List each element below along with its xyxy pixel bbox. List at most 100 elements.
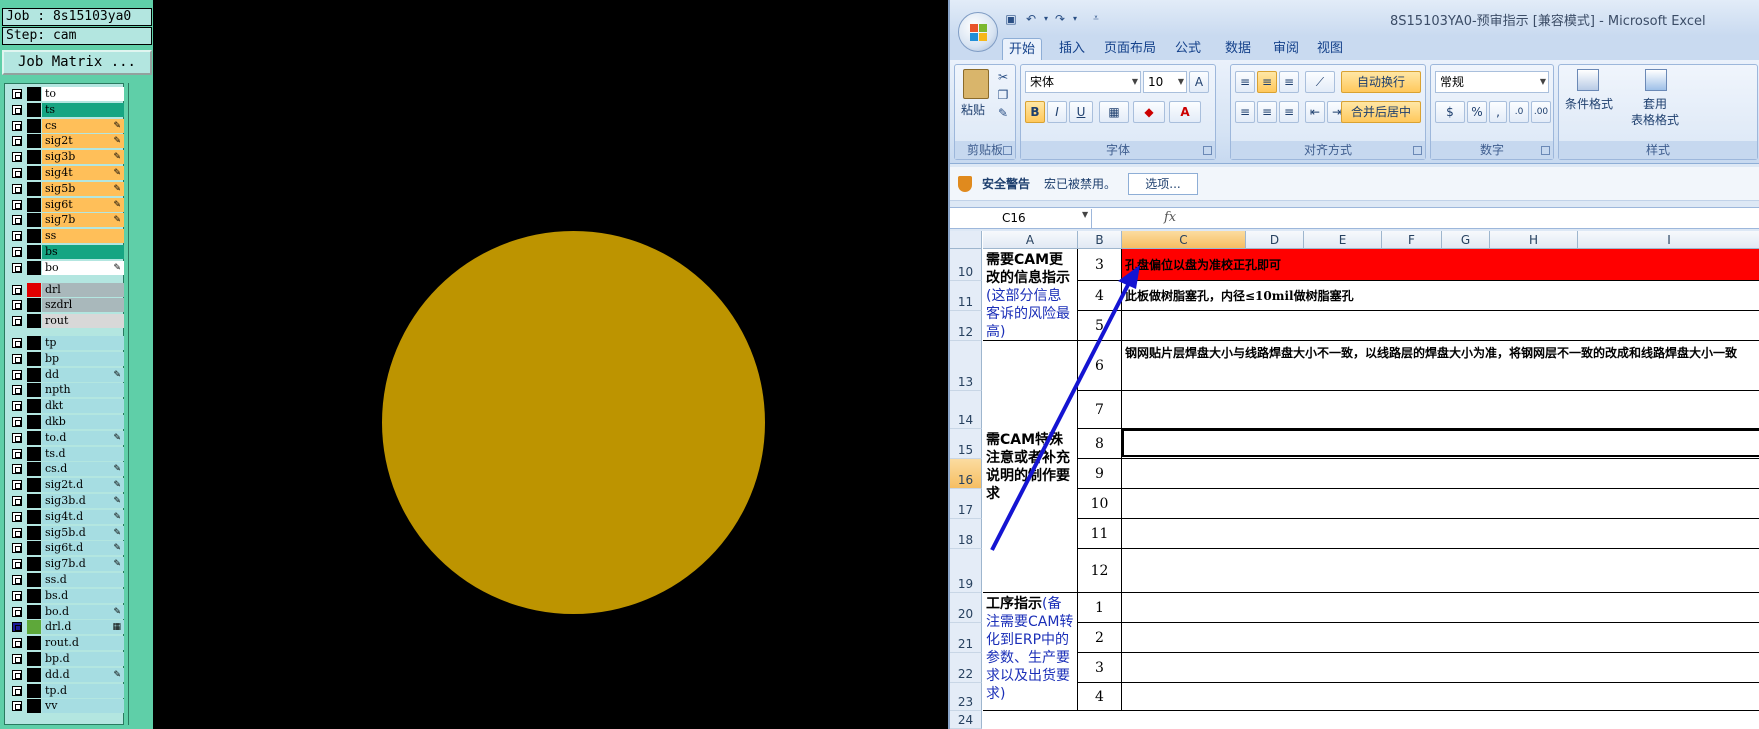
layer-name[interactable]: sig5b ✎ [42,181,124,196]
layer-row[interactable]: dkb [5,414,125,430]
layer-name[interactable]: sig3b ✎ [42,150,124,165]
layer-checkbox[interactable] [12,638,22,649]
layer-checkbox[interactable] [12,511,22,522]
layer-checkbox[interactable] [12,136,22,147]
layer-checkbox[interactable] [12,464,22,475]
layer-name[interactable]: sig2t ✎ [42,134,124,149]
layer-color-swatch[interactable] [27,351,41,366]
underline-button[interactable]: U [1069,101,1093,123]
layer-color-swatch[interactable] [27,336,41,350]
cell-c[interactable] [1122,391,1759,429]
layer-checkbox[interactable] [12,575,22,585]
cell-c[interactable] [1122,683,1759,711]
layer-color-swatch[interactable] [27,509,41,524]
layer-name[interactable]: ss.d [42,573,124,587]
conditional-format-icon[interactable] [1577,69,1599,91]
layer-row[interactable]: sig4t.d ✎ [5,509,125,525]
layer-checkbox[interactable] [12,559,22,570]
cell-b[interactable]: 3 [1078,249,1122,281]
layer-checkbox[interactable] [12,480,22,491]
column-header[interactable]: D [1246,231,1304,249]
layer-checkbox[interactable] [12,284,22,295]
layer-row[interactable]: ts.d [5,446,125,462]
row-header[interactable]: 14 [950,391,982,429]
layer-name[interactable]: to.d ✎ [42,430,124,445]
layer-checkbox[interactable] [12,654,22,664]
cell-b[interactable]: 4 [1078,281,1122,311]
align-center-icon[interactable]: ≡ [1257,101,1277,123]
redo-icon[interactable]: ↷ [1052,11,1068,27]
insert-function-icon[interactable]: fx [1164,210,1176,225]
align-right-icon[interactable]: ≡ [1279,101,1299,123]
layer-checkbox[interactable] [12,215,22,226]
layer-row[interactable]: to [5,86,125,102]
cell-c12[interactable] [1122,311,1759,341]
layer-row[interactable]: ts [5,102,125,118]
layer-row[interactable]: cs.d ✎ [5,461,125,477]
font-name-combo[interactable]: 宋体 ▼ [1025,71,1141,93]
font-launcher-icon[interactable] [1203,146,1212,155]
layer-color-swatch[interactable] [27,134,41,149]
layer-checkbox[interactable] [12,262,22,273]
column-header[interactable]: H [1490,231,1578,249]
ribbon-tab[interactable]: 开始 [1002,38,1042,60]
layer-checkbox[interactable] [12,496,22,506]
ribbon-tab[interactable]: 视图 [1310,38,1350,60]
layer-color-swatch[interactable] [27,415,41,429]
layer-name[interactable]: ts.d [42,446,124,461]
cell-b[interactable]: 10 [1078,489,1122,519]
cell-b[interactable]: 3 [1078,653,1122,683]
cell-b[interactable]: 6 [1078,341,1122,391]
layer-color-swatch[interactable] [27,213,41,228]
italic-button[interactable]: I [1047,101,1067,123]
layer-name[interactable]: rout [42,314,124,329]
select-all-corner[interactable] [950,231,982,249]
layer-checkbox[interactable] [12,338,22,348]
layer-checkbox[interactable] [12,527,22,538]
layer-color-swatch[interactable] [27,588,41,603]
column-header[interactable]: I [1578,231,1759,249]
layer-color-swatch[interactable] [27,245,41,259]
layer-name[interactable]: sig4t ✎ [42,166,124,180]
layer-name[interactable]: to [42,87,124,101]
layer-row[interactable]: rout [5,313,125,329]
layer-name[interactable]: sig6t ✎ [42,197,124,212]
row-header[interactable]: 16 [950,459,982,489]
layer-row[interactable]: sig2t.d ✎ [5,477,125,493]
cut-icon[interactable]: ✂ [995,69,1011,85]
layer-row[interactable]: szdrl [5,297,125,313]
layer-name[interactable]: sig4t.d ✎ [42,509,124,524]
layer-row[interactable]: tp.d [5,683,125,699]
layer-name[interactable]: ts [42,102,124,117]
layer-row[interactable]: sig6t.d ✎ [5,540,125,556]
layer-checkbox[interactable] [12,369,22,380]
layer-color-swatch[interactable] [27,667,41,682]
layer-color-swatch[interactable] [27,430,41,445]
column-header[interactable]: A [983,231,1078,249]
layer-checkbox[interactable] [12,701,22,712]
layer-row[interactable]: cs ✎ [5,118,125,134]
layer-checkbox[interactable] [12,183,22,194]
layer-color-swatch[interactable] [27,604,41,619]
layer-checkbox[interactable] [12,89,22,99]
layer-name[interactable]: bp.d [42,652,124,666]
cam-graphics-canvas[interactable] [153,0,948,729]
row-header[interactable]: 12 [950,311,982,341]
layer-row[interactable]: sig4t ✎ [5,165,125,181]
layer-checkbox[interactable] [12,247,22,257]
currency-icon[interactable]: $ [1435,101,1465,123]
layer-row[interactable]: sig3b.d ✎ [5,493,125,509]
layer-name[interactable]: bs.d [42,588,124,603]
cell-b[interactable]: 5 [1078,311,1122,341]
layer-row[interactable]: sig2t ✎ [5,133,125,149]
layer-checkbox[interactable] [12,231,22,242]
layer-name[interactable]: bs [42,245,124,259]
layer-row[interactable]: vv [5,698,125,714]
layer-row[interactable]: sig5b ✎ [5,181,125,197]
ribbon-tab[interactable]: 数据 [1216,38,1260,60]
row-header[interactable]: 18 [950,519,982,549]
layer-scrollbar[interactable] [128,83,152,725]
cell-c[interactable] [1122,623,1759,653]
align-left-icon[interactable]: ≡ [1235,101,1255,123]
layer-name[interactable]: bo ✎ [42,260,124,275]
